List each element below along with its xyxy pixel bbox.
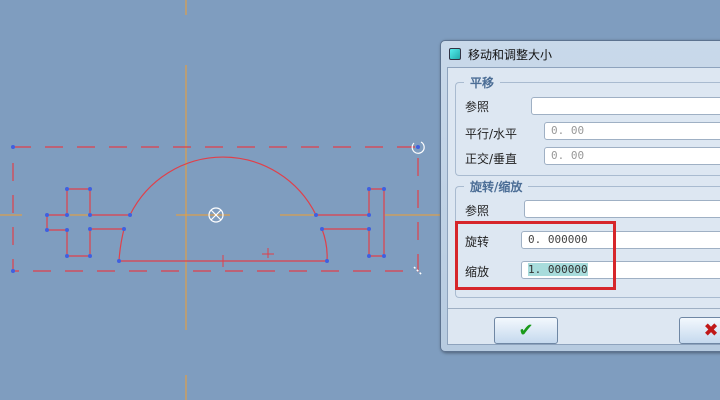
highlight-box: [455, 221, 616, 290]
ok-button[interactable]: ✔: [494, 317, 558, 344]
rotate-ref-input[interactable]: [524, 200, 720, 218]
sketch-profile[interactable]: [46, 156, 385, 262]
axis-lines: [0, 0, 440, 400]
dialog-title: 移动和调整大小: [468, 47, 553, 62]
ortho-input[interactable]: 0. 00: [544, 147, 720, 165]
move-resize-dialog: 移动和调整大小 平移 参照 平行/水平 0. 00 正交/垂直 0. 00 旋转…: [440, 40, 720, 352]
dialog-icon: [449, 48, 461, 60]
translate-group-label: 平移: [464, 74, 501, 91]
selection-box: [12, 146, 419, 272]
rotate-scale-group-label: 旋转/缩放: [464, 178, 529, 195]
cancel-button[interactable]: ✖: [679, 317, 720, 344]
rotate-ref-label: 参照: [465, 204, 490, 218]
constraint-marks: [222, 248, 274, 267]
parallel-label: 平行/水平: [465, 127, 518, 141]
divider: [448, 308, 720, 309]
dialog-title-bar[interactable]: 移动和调整大小: [441, 41, 720, 67]
parallel-input[interactable]: 0. 00: [544, 122, 720, 140]
check-icon: ✔: [518, 320, 534, 341]
ortho-label: 正交/垂直: [465, 152, 518, 166]
close-icon: ✖: [703, 320, 719, 341]
translate-ref-input[interactable]: [531, 97, 720, 115]
translate-ref-label: 参照: [465, 100, 490, 114]
vertex-points: [11, 145, 420, 273]
